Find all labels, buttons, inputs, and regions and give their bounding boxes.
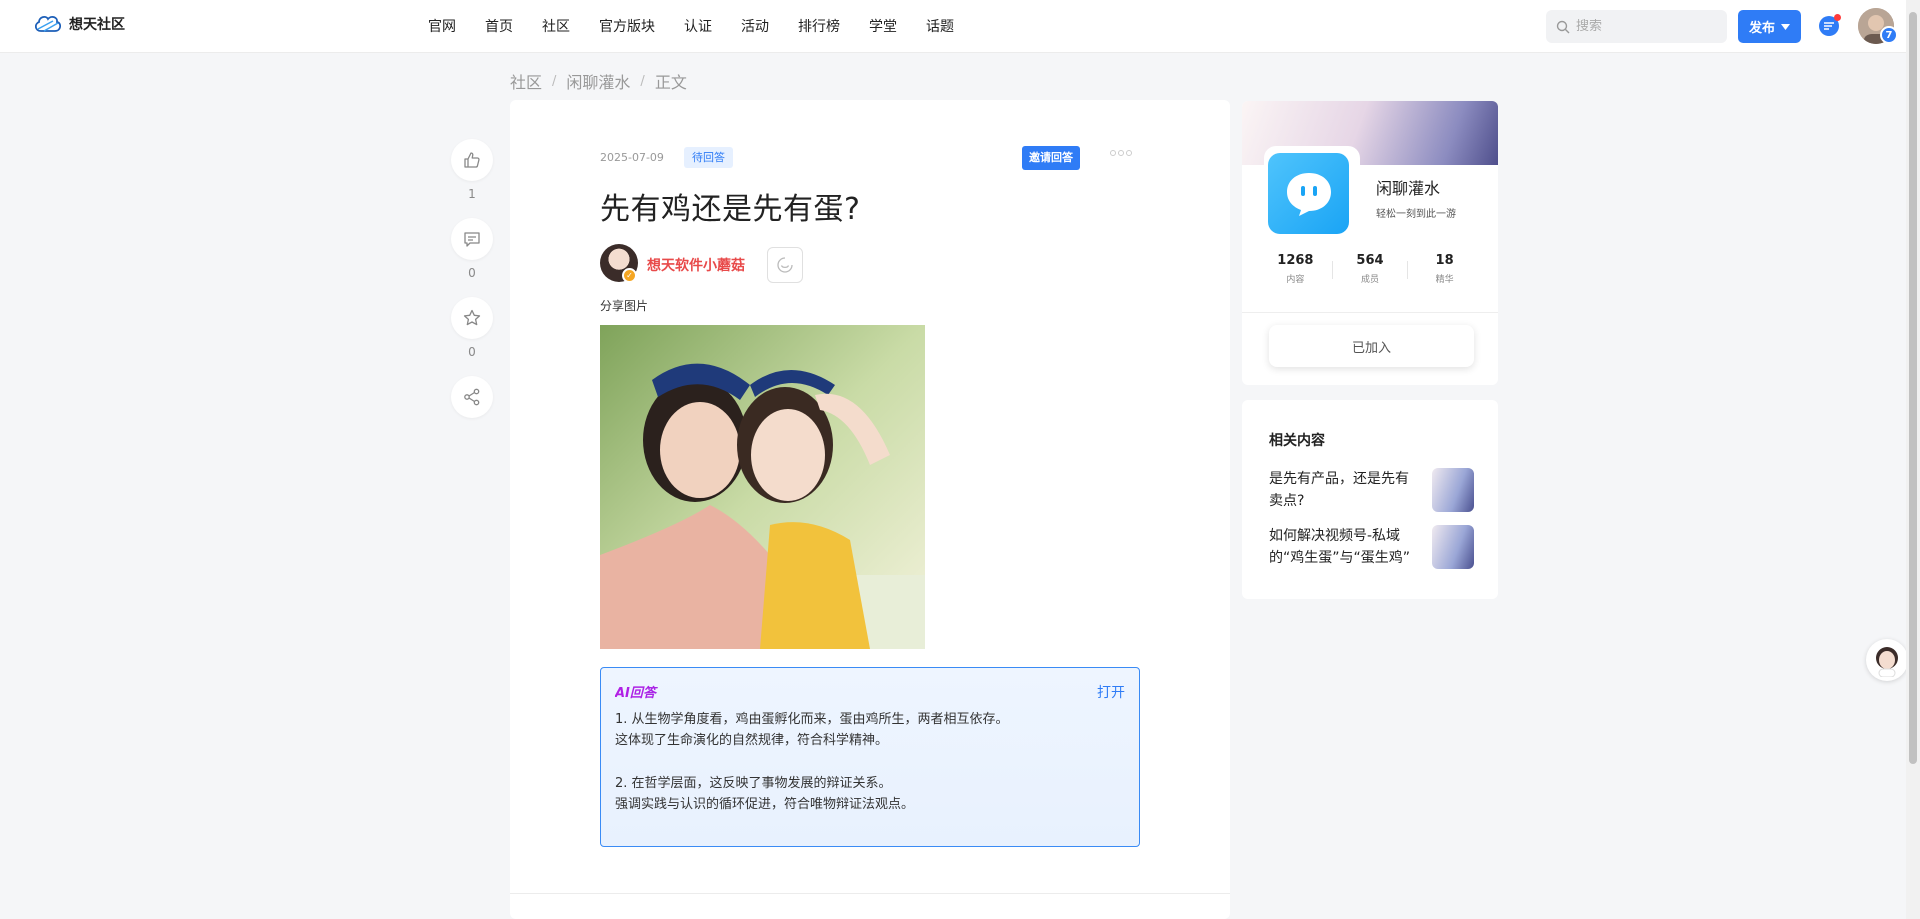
- chat-bubble-icon[interactable]: [1268, 153, 1349, 234]
- thumbs-up-icon: [464, 152, 480, 168]
- page-scrollbar[interactable]: [1906, 0, 1920, 919]
- nav-item-community[interactable]: 社区: [542, 16, 570, 36]
- circle-stats: 1268 内容 564 成员 18 精华: [1242, 253, 1498, 285]
- stat-divider: [1332, 261, 1334, 279]
- comment-icon: [464, 232, 480, 247]
- stat-content: 1268 内容: [1265, 253, 1325, 285]
- joined-button[interactable]: 已加入: [1269, 325, 1474, 367]
- post-date: 2025-07-09: [600, 151, 664, 164]
- publish-button[interactable]: 发布: [1738, 10, 1801, 43]
- assistant-avatar-icon: [1876, 647, 1898, 677]
- breadcrumb: 社区 / 闲聊灌水 / 正文: [510, 69, 687, 93]
- more-options-icon[interactable]: [1110, 150, 1132, 156]
- ai-answer-line: 这体现了生命演化的自然规律，符合科学精神。: [615, 733, 889, 748]
- stat-members: 564 成员: [1340, 253, 1400, 285]
- stat-featured: 18 精华: [1415, 253, 1475, 285]
- breadcrumb-separator: /: [552, 73, 557, 89]
- star-icon: [463, 309, 481, 326]
- like-count: 1: [468, 187, 476, 201]
- nav-item-official-site[interactable]: 官网: [428, 16, 456, 36]
- site-logo[interactable]: 想天社区: [33, 13, 125, 35]
- message-unread-dot: [1834, 14, 1841, 21]
- search-icon: [1556, 20, 1570, 33]
- verified-badge-icon: ✓: [622, 268, 637, 283]
- publish-label: 发布: [1748, 21, 1775, 36]
- related-item-text[interactable]: 是先有产品，还是先有卖点?: [1269, 468, 1419, 514]
- nav-item-official-boards[interactable]: 官方版块: [599, 16, 655, 36]
- stat-label: 精华: [1435, 275, 1454, 285]
- post-image[interactable]: [600, 325, 925, 649]
- related-item-text[interactable]: 如何解决视频号-私域的“鸡生蛋”与“蛋生鸡”: [1269, 525, 1419, 571]
- share-icon: [464, 388, 480, 406]
- favorite-button[interactable]: [451, 297, 493, 339]
- breadcrumb-separator: /: [640, 73, 645, 89]
- stat-value: 18: [1435, 253, 1454, 268]
- stat-divider: [1406, 261, 1408, 279]
- related-content-card: 相关内容 是先有产品，还是先有卖点? 如何解决视频号-私域的“鸡生蛋”与“蛋生鸡…: [1242, 400, 1498, 599]
- ai-answer-box: AI回答 打开 1. 从生物学角度看，鸡由蛋孵化而来，蛋由鸡所生，两者相互依存。…: [600, 667, 1140, 847]
- post-photo: [600, 325, 925, 649]
- ai-open-link[interactable]: 打开: [1097, 682, 1125, 702]
- comment-count: 0: [468, 266, 476, 280]
- caret-down-icon: [1781, 23, 1790, 30]
- search-input[interactable]: [1576, 19, 1716, 34]
- ai-answer-line: 1. 从生物学角度看，鸡由蛋孵化而来，蛋由鸡所生，两者相互依存。: [615, 712, 1009, 727]
- main-nav: 官网 首页 社区 官方版块 认证 活动 排行榜 学堂 话题: [428, 0, 983, 52]
- like-button[interactable]: [451, 139, 493, 181]
- related-title: 相关内容: [1269, 433, 1325, 449]
- scrollbar-thumb[interactable]: [1909, 12, 1917, 764]
- ai-answer-line: 2. 在哲学层面，这反映了事物发展的辩证关系。: [615, 776, 892, 791]
- follow-button[interactable]: [767, 247, 803, 283]
- stat-value: 564: [1356, 253, 1384, 268]
- circle-description: 轻松一刻到此一游: [1376, 209, 1456, 220]
- stat-label: 内容: [1286, 275, 1305, 285]
- breadcrumb-current: 正文: [654, 73, 687, 92]
- ai-answer-title: AI回答: [615, 682, 1125, 701]
- status-badge: 待回答: [684, 147, 733, 168]
- follow-icon: [777, 257, 793, 273]
- nav-item-topics[interactable]: 话题: [926, 16, 954, 36]
- post-actions: 1 0 0: [451, 139, 493, 418]
- related-item[interactable]: 如何解决视频号-私域的“鸡生蛋”与“蛋生鸡”: [1269, 525, 1474, 571]
- invite-answer-button[interactable]: 邀请回答: [1022, 146, 1080, 170]
- circle-card: 闲聊灌水 轻松一刻到此一游 1268 内容 564 成员 18 精华 已加入: [1242, 101, 1498, 385]
- search-box[interactable]: [1546, 10, 1727, 43]
- notification-count-badge: 7: [1880, 26, 1898, 44]
- circle-name[interactable]: 闲聊灌水: [1376, 175, 1440, 199]
- cloud-logo-icon: [34, 15, 62, 32]
- assistant-avatar-button[interactable]: [1866, 639, 1908, 681]
- related-item-thumbnail: [1432, 468, 1474, 512]
- post-card: 2025-07-09 待回答 邀请回答 先有鸡还是先有蛋? ✓ 想天软件小蘑菇 …: [510, 100, 1230, 919]
- breadcrumb-community[interactable]: 社区: [510, 69, 542, 93]
- favorite-count: 0: [468, 345, 476, 359]
- stat-value: 1268: [1277, 253, 1314, 268]
- post-divider: [510, 893, 1230, 894]
- nav-item-certification[interactable]: 认证: [684, 16, 712, 36]
- nav-item-events[interactable]: 活动: [741, 16, 769, 36]
- circle-divider: [1242, 312, 1498, 313]
- nav-item-academy[interactable]: 学堂: [869, 16, 897, 36]
- author-name[interactable]: 想天软件小蘑菇: [647, 255, 745, 275]
- post-body-text: 分享图片: [600, 299, 649, 313]
- nav-item-home[interactable]: 首页: [485, 16, 513, 36]
- breadcrumb-board[interactable]: 闲聊灌水: [566, 69, 630, 93]
- logo-text: 想天社区: [69, 17, 125, 33]
- related-item-thumbnail: [1432, 525, 1474, 569]
- comment-button[interactable]: [451, 218, 493, 260]
- ai-answer-line: 强调实践与认识的循环促进，符合唯物辩证法观点。: [615, 797, 915, 812]
- post-title: 先有鸡还是先有蛋?: [600, 192, 861, 227]
- chat-face-icon: [1286, 172, 1331, 216]
- related-item[interactable]: 是先有产品，还是先有卖点?: [1269, 468, 1474, 514]
- share-button[interactable]: [451, 376, 493, 418]
- top-header: 想天社区 官网 首页 社区 官方版块 认证 活动 排行榜 学堂 话题 发布 7: [0, 0, 1906, 53]
- nav-item-leaderboard[interactable]: 排行榜: [798, 16, 840, 36]
- stat-label: 成员: [1360, 275, 1379, 285]
